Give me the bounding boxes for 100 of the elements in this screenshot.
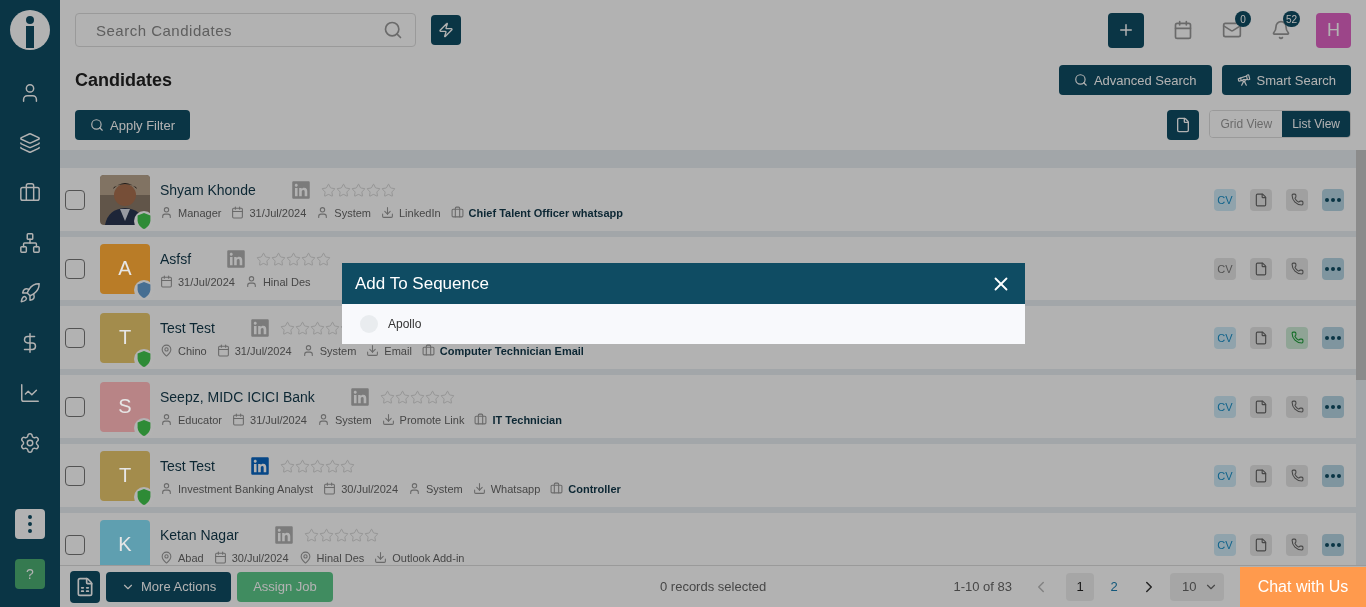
chat-button[interactable]: Chat with Us	[1240, 566, 1366, 607]
star-icon	[335, 182, 351, 198]
candidate-name[interactable]: Asfsf	[160, 251, 192, 267]
document-icon	[1175, 117, 1192, 133]
row-checkbox[interactable]	[65, 327, 85, 348]
cv-button[interactable]: CV	[1214, 188, 1236, 211]
user-avatar[interactable]: H	[1316, 12, 1351, 48]
more-actions-button[interactable]: More Actions	[106, 571, 232, 602]
more-button[interactable]	[1322, 188, 1344, 211]
candidate-name[interactable]: Test Test	[160, 458, 215, 474]
candidate-detail: Whatsapp	[490, 482, 541, 495]
sequence-option[interactable]: Apollo	[388, 317, 422, 331]
mail-count: 0	[1235, 11, 1251, 27]
candidate-detail: 31/Jul/2024	[249, 206, 307, 219]
calendar-icon	[216, 344, 230, 357]
more-button[interactable]	[1322, 533, 1344, 556]
smart-search-button[interactable]: Smart Search	[1221, 65, 1351, 95]
phone-button[interactable]	[1286, 533, 1308, 556]
star-icon	[318, 527, 334, 543]
briefcase-icon	[474, 413, 488, 426]
calendar-icon	[232, 413, 246, 426]
star-icon	[340, 458, 355, 474]
document-button[interactable]	[1250, 464, 1272, 487]
page-size-select[interactable]: 10	[1170, 572, 1224, 601]
more-menu-icon[interactable]	[15, 509, 45, 539]
candidate-detail: 31/Jul/2024	[178, 275, 235, 288]
chart-icon[interactable]	[19, 382, 41, 404]
row-checkbox[interactable]	[65, 258, 85, 279]
phone-button[interactable]	[1286, 464, 1308, 487]
document-button[interactable]	[1250, 188, 1272, 211]
cv-button[interactable]: CV	[1214, 257, 1236, 280]
apply-filter-button[interactable]: Apply Filter	[75, 110, 191, 140]
cv-button[interactable]: CV	[1214, 395, 1236, 418]
quick-action-button[interactable]	[431, 15, 461, 45]
rating-stars[interactable]	[280, 458, 355, 474]
rating-stars[interactable]	[303, 527, 379, 543]
excel-export-button[interactable]	[70, 570, 100, 603]
cv-button[interactable]: CV	[1214, 326, 1236, 349]
row-checkbox[interactable]	[65, 189, 85, 210]
download-icon	[472, 482, 486, 495]
star-icon	[256, 251, 272, 267]
org-chart-icon[interactable]	[19, 232, 41, 254]
page-button[interactable]: 2	[1100, 572, 1128, 601]
document-button[interactable]	[1250, 395, 1272, 418]
telescope-icon	[1236, 73, 1251, 87]
settings-icon[interactable]	[19, 432, 41, 454]
linkedin-icon[interactable]	[250, 456, 270, 476]
more-button[interactable]	[1322, 326, 1344, 349]
advanced-search-button[interactable]: Advanced Search	[1058, 65, 1212, 95]
search-field[interactable]: Search Candidates	[75, 13, 416, 47]
scrollbar[interactable]	[1356, 150, 1366, 380]
rating-stars[interactable]	[379, 389, 455, 405]
phone-icon	[1290, 469, 1304, 482]
add-button[interactable]	[1108, 12, 1144, 48]
phone-button[interactable]	[1286, 395, 1308, 418]
phone-button[interactable]	[1286, 188, 1308, 211]
star-icon	[301, 251, 317, 267]
page-range: 1-10 of 83	[953, 579, 1012, 594]
rating-stars[interactable]	[256, 251, 332, 267]
rating-stars[interactable]	[320, 182, 396, 198]
download-icon	[374, 551, 388, 564]
candidate-detail: 30/Jul/2024	[341, 482, 399, 495]
candidate-name[interactable]: Test Test	[160, 320, 215, 336]
cv-button[interactable]: CV	[1214, 533, 1236, 556]
help-button[interactable]: ?	[15, 559, 45, 589]
ellipsis-icon	[1325, 335, 1341, 340]
job-title: Chief Talent Officer whatsapp	[468, 206, 624, 219]
more-button[interactable]	[1322, 395, 1344, 418]
briefcase-icon[interactable]	[19, 182, 41, 204]
layers-icon[interactable]	[19, 132, 41, 154]
document-button[interactable]	[1167, 110, 1200, 140]
calendar-icon[interactable]	[1173, 20, 1193, 40]
view-tab[interactable]: List View	[1282, 111, 1350, 137]
row-checkbox[interactable]	[65, 465, 85, 486]
phone-button[interactable]	[1286, 257, 1308, 280]
person-icon	[160, 206, 173, 219]
phone-icon	[1290, 262, 1304, 275]
row-checkbox[interactable]	[65, 534, 85, 555]
document-button[interactable]	[1250, 326, 1272, 349]
candidate-name[interactable]: Ketan Nagar	[160, 527, 239, 543]
candidate-name[interactable]: Seepz, MIDC ICICI Bank	[160, 389, 315, 405]
more-button[interactable]	[1322, 464, 1344, 487]
mail-icon[interactable]	[1222, 20, 1242, 40]
document-button[interactable]	[1250, 257, 1272, 280]
phone-button[interactable]	[1286, 326, 1308, 349]
page-button[interactable]: 1	[1066, 572, 1094, 601]
phone-icon	[1290, 331, 1304, 344]
briefcase-icon	[421, 344, 435, 357]
logo[interactable]	[10, 10, 50, 50]
cv-button[interactable]: CV	[1214, 464, 1236, 487]
row-checkbox[interactable]	[65, 396, 85, 417]
candidate-name[interactable]: Shyam Khonde	[160, 182, 256, 198]
ellipsis-icon	[1325, 404, 1341, 409]
more-button[interactable]	[1322, 257, 1344, 280]
selection-count: 0 records selected	[659, 579, 767, 594]
star-icon	[424, 389, 440, 405]
document-button[interactable]	[1250, 533, 1272, 556]
rocket-icon[interactable]	[19, 282, 41, 304]
candidate-detail: System	[334, 413, 372, 426]
document-icon	[1254, 330, 1268, 345]
